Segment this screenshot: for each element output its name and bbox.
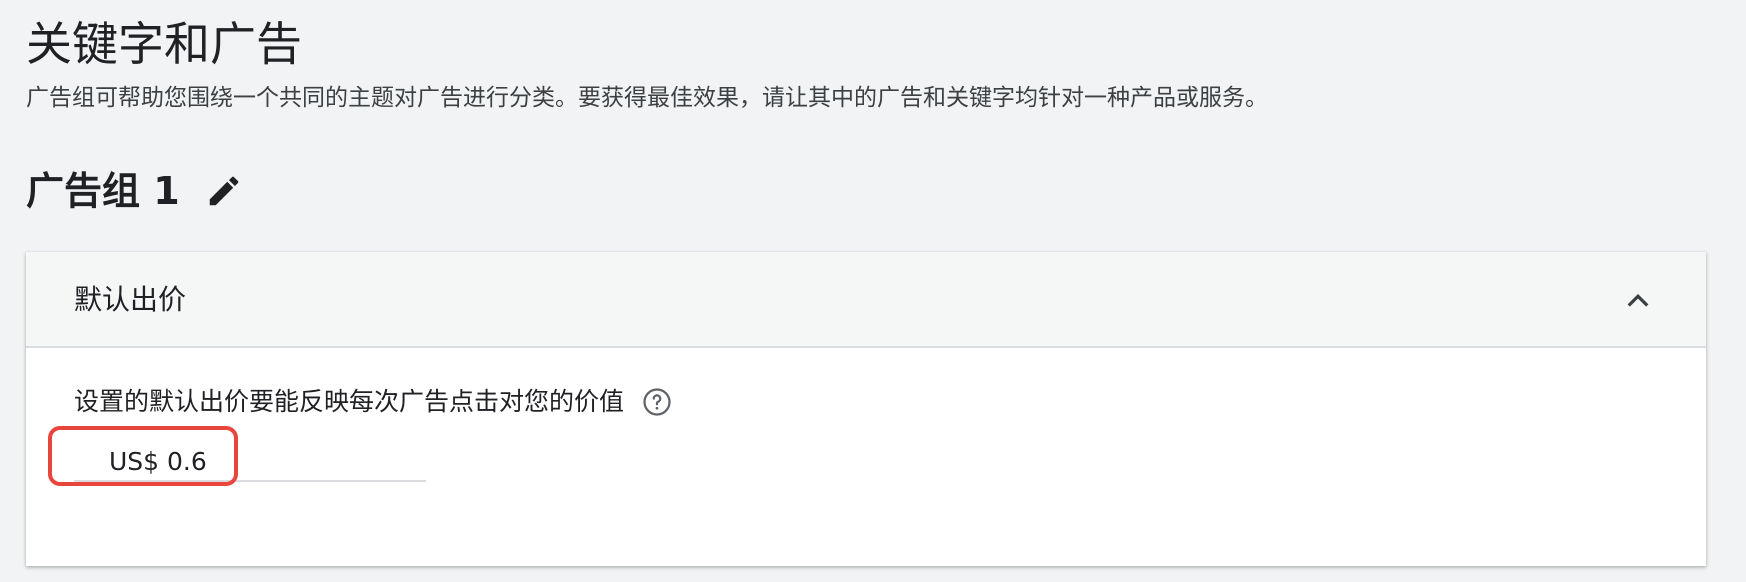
default-bid-label: 设置的默认出价要能反映每次广告点击对您的价值 xyxy=(74,387,625,416)
default-bid-value: US$ 0.6 xyxy=(109,447,207,476)
help-circle-icon[interactable] xyxy=(642,387,672,417)
bid-label-row: 设置的默认出价要能反映每次广告点击对您的价值 xyxy=(74,382,672,422)
page-description: 广告组可帮助您围绕一个共同的主题对广告进行分类。要获得最佳效果，请让其中的广告和… xyxy=(26,85,1268,111)
chevron-up-icon[interactable] xyxy=(1620,282,1656,318)
ad-group-heading: 广告组 1 xyxy=(26,165,244,217)
pencil-icon[interactable] xyxy=(204,171,244,211)
default-bid-input[interactable]: US$ 0.6 xyxy=(74,434,426,482)
default-bid-panel-title: 默认出价 xyxy=(74,283,187,316)
default-bid-panel-header[interactable]: 默认出价 xyxy=(26,252,1706,348)
ad-group-name: 广告组 1 xyxy=(26,169,180,213)
default-bid-panel: 默认出价 设置的默认出价要能反映每次广告点击对您的价值 US$ 0.6 xyxy=(26,252,1706,566)
page-title: 关键字和广告 xyxy=(26,17,302,71)
